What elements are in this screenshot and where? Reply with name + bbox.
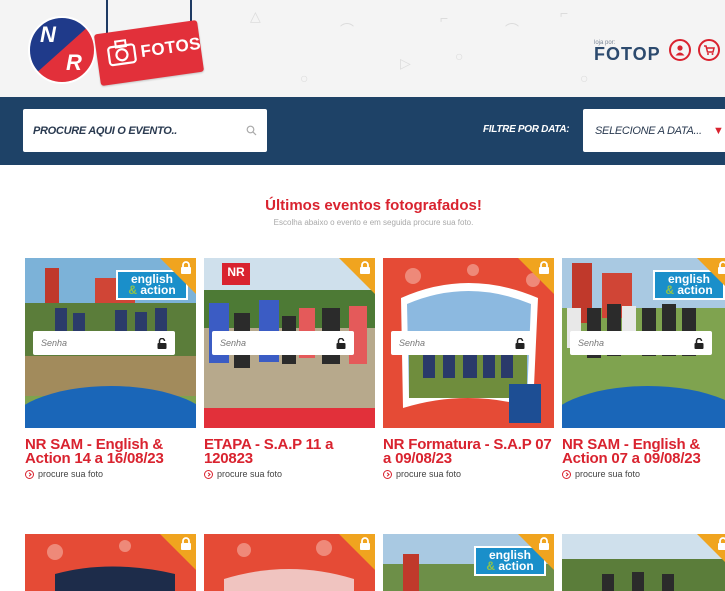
camera-icon <box>107 39 137 67</box>
chevron-right-icon <box>204 469 213 479</box>
frame-band <box>204 408 375 428</box>
event-photo[interactable]: Senha <box>383 258 554 428</box>
chevron-right-icon <box>562 469 571 479</box>
event-card[interactable] <box>562 534 725 591</box>
chevron-right-icon <box>383 469 392 479</box>
search-icon[interactable] <box>246 125 257 136</box>
password-field[interactable]: Senha <box>212 331 354 355</box>
password-field[interactable]: Senha <box>33 331 175 355</box>
section-subtitle: Escolha abaixo o evento e em seguida pro… <box>273 218 474 227</box>
search-photo-link[interactable]: procure sua foto <box>204 469 282 479</box>
fotop-logo-text: FOTOP <box>594 44 661 64</box>
fotos-sign: FOTOS <box>93 20 205 86</box>
unlock-icon[interactable] <box>157 337 167 349</box>
password-field[interactable]: Senha <box>570 331 712 355</box>
lock-icon <box>360 537 370 550</box>
event-title[interactable]: NR Formatura - S.A.P 07 a 09/08/23 <box>383 437 558 466</box>
logo-letter-r: R <box>66 50 82 75</box>
date-select-value: SELECIONE A DATA... <box>595 124 702 137</box>
password-placeholder: Senha <box>399 338 426 348</box>
event-photo[interactable]: english & action Senha <box>562 258 725 428</box>
search-photo-link[interactable]: procure sua foto <box>562 469 640 479</box>
event-search-input[interactable]: PROCURE AQUI O EVENTO.. <box>23 109 267 152</box>
password-placeholder: Senha <box>220 338 247 348</box>
lock-icon <box>181 537 191 550</box>
page: △ ⌒ ▷ ○ ⌒ ⌐ ○ ⌐ ○ N R FOTOS loja por: FO… <box>0 0 725 591</box>
logo-letter-n: N <box>40 22 56 47</box>
password-placeholder: Senha <box>578 338 605 348</box>
user-icon[interactable] <box>669 39 691 61</box>
search-photo-label: procure sua foto <box>217 469 283 479</box>
chevron-right-icon <box>25 469 34 479</box>
password-placeholder: Senha <box>41 338 68 348</box>
event-card[interactable] <box>25 534 196 591</box>
password-field[interactable]: Senha <box>391 331 533 355</box>
search-photo-label: procure sua foto <box>575 469 641 479</box>
nr-logo[interactable] <box>24 16 100 84</box>
lock-icon <box>539 537 549 550</box>
lock-icon <box>360 261 370 274</box>
lock-icon <box>718 261 725 274</box>
unlock-icon[interactable] <box>515 337 525 349</box>
search-photo-link[interactable]: procure sua foto <box>25 469 103 479</box>
unlock-icon[interactable] <box>694 337 704 349</box>
sign-string <box>106 0 108 34</box>
search-photo-link[interactable]: procure sua foto <box>383 469 461 479</box>
search-photo-label: procure sua foto <box>38 469 104 479</box>
date-select[interactable]: SELECIONE A DATA... ▼ <box>583 109 725 152</box>
event-photo[interactable]: NR Senha <box>204 258 375 428</box>
event-photo[interactable]: english & action Senha <box>25 258 196 428</box>
event-title[interactable]: NR SAM - English & Action 07 a 09/08/23 <box>562 437 725 466</box>
search-placeholder: PROCURE AQUI O EVENTO.. <box>33 124 178 137</box>
lock-icon <box>539 261 549 274</box>
cart-icon[interactable] <box>698 39 720 61</box>
lock-icon <box>181 261 191 274</box>
section-title: Últimos eventos fotografados! <box>265 197 482 214</box>
event-card[interactable]: english & action <box>383 534 554 591</box>
event-title[interactable]: ETAPA - S.A.P 11 a 120823 <box>204 437 379 466</box>
nr-badge: NR <box>222 263 250 285</box>
event-title[interactable]: NR SAM - English & Action 14 a 16/08/23 <box>25 437 200 466</box>
sign-text: FOTOS <box>139 33 203 62</box>
lock-icon <box>718 537 725 550</box>
filter-date-label: FILTRE POR DATA: <box>483 124 570 135</box>
event-card[interactable] <box>204 534 375 591</box>
unlock-icon[interactable] <box>336 337 346 349</box>
caret-down-icon: ▼ <box>713 124 724 137</box>
site-header: △ ⌒ ▷ ○ ⌒ ⌐ ○ ⌐ ○ N R FOTOS loja por: FO… <box>0 0 725 97</box>
search-photo-label: procure sua foto <box>396 469 462 479</box>
fotop-brand[interactable]: loja por: FOTOP <box>594 40 661 65</box>
search-filter-bar: PROCURE AQUI O EVENTO.. FILTRE POR DATA:… <box>0 97 725 165</box>
